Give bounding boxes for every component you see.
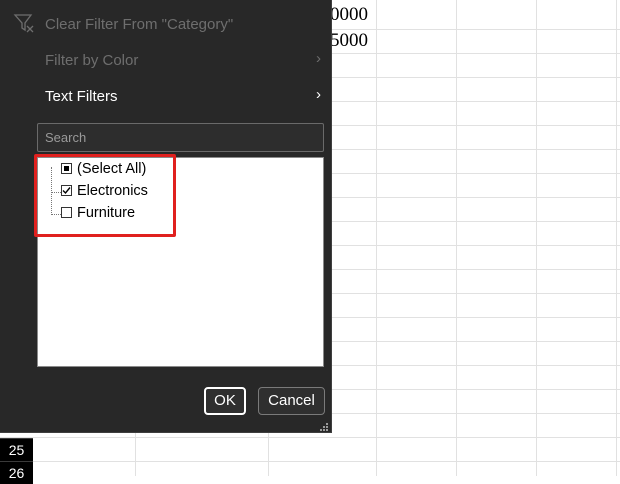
text-filters-menu-item[interactable]: Text Filters: [45, 88, 118, 105]
grid-column-line: [536, 0, 537, 476]
cell-value[interactable]: 0000: [330, 4, 368, 26]
grid-column-line: [616, 0, 617, 476]
clear-filter-menu-item: Clear Filter From "Category": [45, 16, 234, 33]
filter-by-color-menu-item: Filter by Color: [45, 52, 139, 69]
grid-row-line: [0, 461, 620, 462]
row-header-26[interactable]: 26: [0, 461, 33, 484]
filter-clear-icon: [13, 14, 34, 33]
row-header-25[interactable]: 25: [0, 438, 33, 461]
search-input[interactable]: Search: [37, 123, 324, 152]
cancel-button[interactable]: Cancel: [258, 387, 325, 415]
grid-column-line: [376, 0, 377, 476]
highlight-annotation: [34, 154, 176, 237]
grid-row-line: [0, 437, 620, 438]
search-placeholder: Search: [45, 130, 87, 145]
chevron-right-icon: ›: [316, 50, 321, 67]
ok-button[interactable]: OK: [204, 387, 246, 415]
resize-grip-icon[interactable]: [320, 423, 329, 432]
cell-value[interactable]: 5000: [330, 30, 368, 52]
autofilter-dropdown: Clear Filter From "Category" Filter by C…: [0, 0, 332, 433]
grid-column-line: [456, 0, 457, 476]
chevron-right-icon[interactable]: ›: [316, 86, 321, 103]
